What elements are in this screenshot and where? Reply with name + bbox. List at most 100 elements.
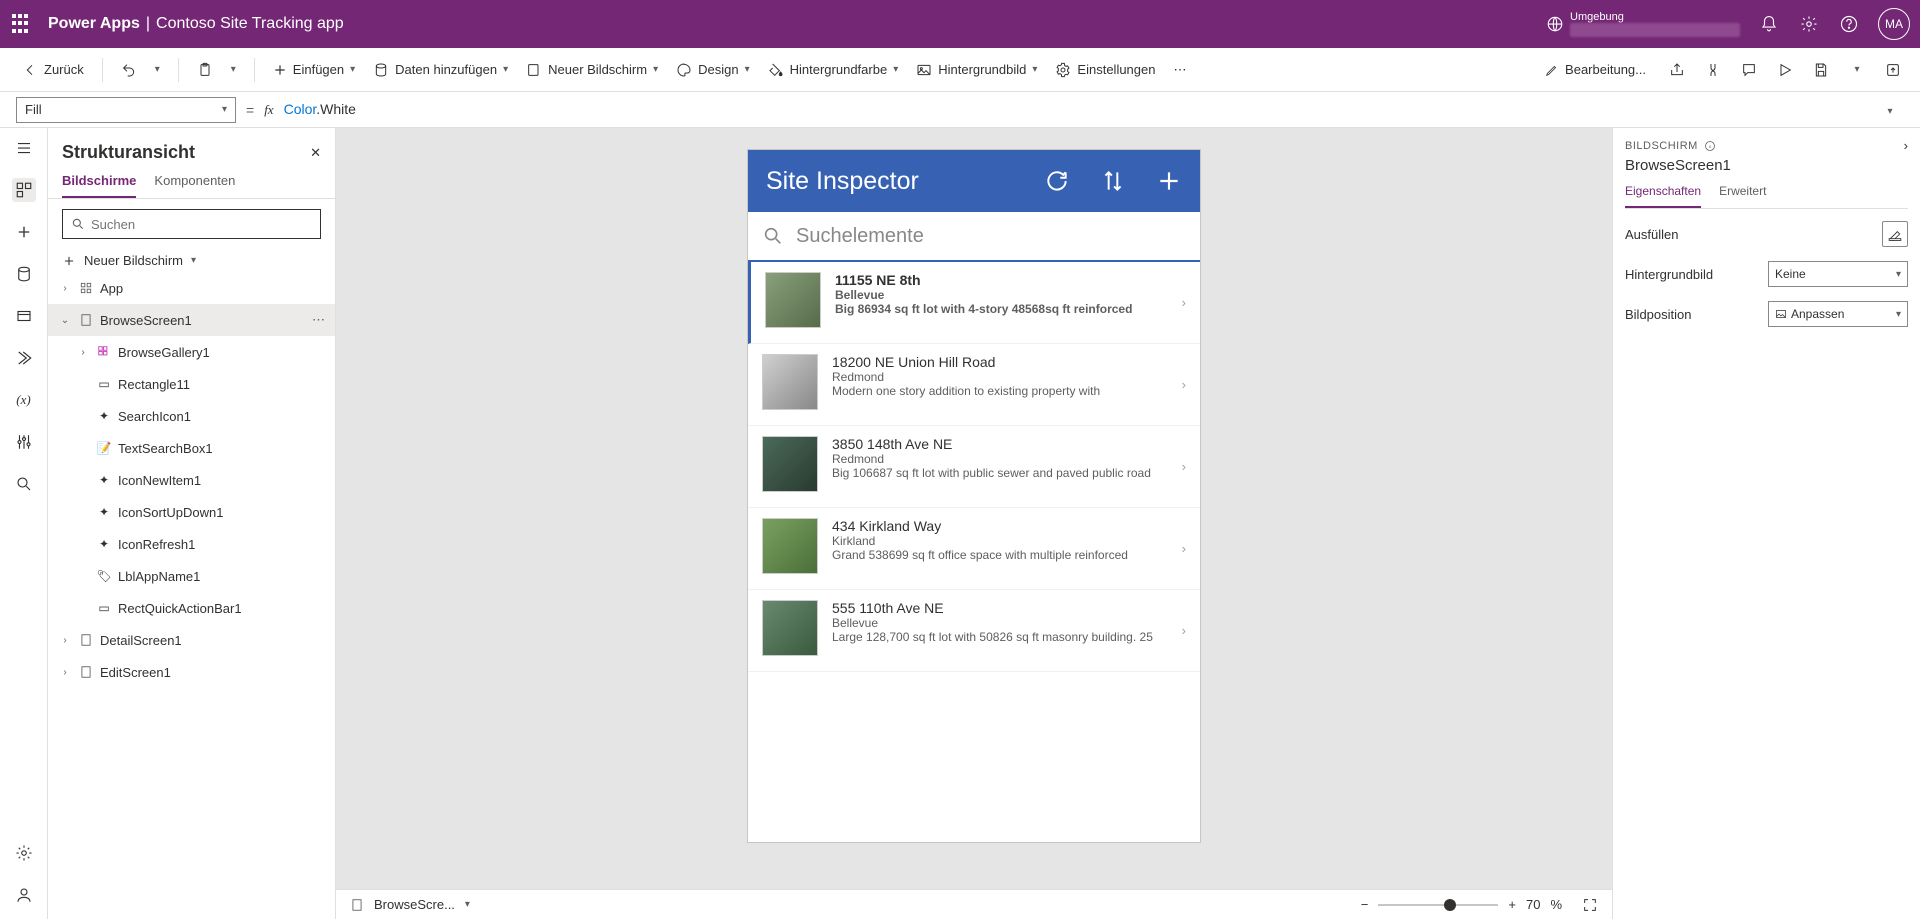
media-rail-icon[interactable]: [12, 304, 36, 328]
undo-button[interactable]: [115, 58, 143, 82]
bg-image-button[interactable]: Hintergrundbild▾: [910, 58, 1043, 82]
item-title: 434 Kirkland Way: [832, 518, 1168, 534]
bg-image-dropdown[interactable]: Keine▾: [1768, 261, 1908, 287]
close-icon[interactable]: ✕: [310, 145, 321, 161]
zoom-slider[interactable]: [1378, 904, 1498, 906]
list-item[interactable]: 434 Kirkland Way Kirkland Grand 538699 s…: [748, 508, 1200, 590]
formula-expand[interactable]: ▾: [1876, 102, 1904, 117]
search-box[interactable]: Suchelemente: [748, 212, 1200, 262]
bg-color-button[interactable]: Hintergrundfarbe▾: [762, 58, 905, 82]
settings-icon[interactable]: [1798, 13, 1820, 35]
sort-icon[interactable]: [1100, 168, 1126, 194]
screen-icon: [526, 62, 542, 78]
preview-icon[interactable]: [1774, 59, 1796, 81]
comments-icon[interactable]: [1738, 59, 1760, 81]
publish-icon[interactable]: [1882, 59, 1904, 81]
tree-node[interactable]: ▭RectQuickActionBar1: [48, 592, 335, 624]
tree-view-panel: Strukturansicht ✕ Bildschirme Komponente…: [48, 128, 336, 919]
plus-icon: [273, 63, 287, 77]
save-icon[interactable]: [1810, 59, 1832, 81]
save-split[interactable]: ▾: [1846, 59, 1868, 81]
tree-node[interactable]: ▭Rectangle11: [48, 368, 335, 400]
paste-split[interactable]: ▾: [225, 60, 242, 79]
list-item[interactable]: 18200 NE Union Hill Road Redmond Modern …: [748, 344, 1200, 426]
canvas-area[interactable]: Site Inspector Suchelemente 11155 NE 8th…: [336, 128, 1612, 919]
overflow-button[interactable]: ⋯: [1167, 58, 1192, 82]
search-icon: [71, 217, 85, 231]
search-rail-icon[interactable]: [12, 472, 36, 496]
header-bar: Power Apps|Contoso Site Tracking app Umg…: [0, 0, 1920, 48]
insert-rail-icon[interactable]: [12, 220, 36, 244]
breadcrumb-chevron[interactable]: ▾: [465, 899, 470, 910]
tree-node[interactable]: ✦IconSortUpDown1: [48, 496, 335, 528]
tree-node-detail[interactable]: › DetailScreen1: [48, 624, 335, 656]
new-screen-button[interactable]: Neuer Bildschirm▾: [520, 58, 664, 82]
tree-search-input[interactable]: [91, 217, 312, 232]
settings-rail-icon[interactable]: [12, 841, 36, 865]
tree-node-gallery[interactable]: › BrowseGallery1: [48, 336, 335, 368]
list-item[interactable]: 3850 148th Ave NE Redmond Big 106687 sq …: [748, 426, 1200, 508]
fill-color-button[interactable]: [1882, 221, 1908, 247]
zoom-out[interactable]: −: [1361, 897, 1369, 912]
screen-icon: [350, 898, 364, 912]
share-icon[interactable]: [1666, 59, 1688, 81]
tools-rail-icon[interactable]: [12, 430, 36, 454]
notifications-icon[interactable]: [1758, 13, 1780, 35]
hamburger-icon[interactable]: [12, 136, 36, 160]
paste-button[interactable]: [191, 58, 219, 82]
data-rail-icon[interactable]: [12, 262, 36, 286]
tree-node-app[interactable]: › App: [48, 272, 335, 304]
img-pos-dropdown[interactable]: Anpassen ▾: [1768, 301, 1908, 327]
bucket-icon: [768, 62, 784, 78]
fit-icon[interactable]: [1582, 897, 1598, 913]
command-bar: Zurück ▾ ▾ Einfügen▾ Daten hinzufügen▾ N…: [0, 48, 1920, 92]
tree-node[interactable]: 📝TextSearchBox1: [48, 432, 335, 464]
settings-button[interactable]: Einstellungen: [1049, 58, 1161, 82]
new-screen-link[interactable]: Neuer Bildschirm▾: [48, 249, 335, 272]
tree-node-browsescreen[interactable]: ⌄ BrowseScreen1 ⋯: [48, 304, 335, 336]
back-button[interactable]: Zurück: [16, 58, 90, 82]
chevron-right-icon: ›: [1182, 377, 1186, 392]
list-item[interactable]: 555 110th Ave NE Bellevue Large 128,700 …: [748, 590, 1200, 672]
more-icon[interactable]: ⋯: [312, 312, 325, 328]
tree-node[interactable]: ✦IconNewItem1: [48, 464, 335, 496]
undo-split[interactable]: ▾: [149, 60, 166, 79]
breadcrumb-label[interactable]: BrowseScre...: [374, 897, 455, 912]
tab-screens[interactable]: Bildschirme: [62, 173, 136, 198]
editing-button[interactable]: Bearbeitung...: [1539, 58, 1652, 81]
zoom-in[interactable]: +: [1508, 897, 1516, 912]
waffle-icon[interactable]: [10, 12, 34, 36]
tree-view-icon[interactable]: [12, 178, 36, 202]
environment-selector[interactable]: Umgebung: [1546, 11, 1740, 37]
property-selector[interactable]: Fill▾: [16, 97, 236, 123]
list-item[interactable]: 11155 NE 8th Bellevue Big 86934 sq ft lo…: [748, 262, 1200, 344]
search-icon: [762, 225, 784, 247]
add-data-button[interactable]: Daten hinzufügen▾: [367, 58, 514, 82]
power-automate-icon[interactable]: [12, 346, 36, 370]
tree-node-edit[interactable]: › EditScreen1: [48, 656, 335, 688]
zoom-pct: %: [1550, 897, 1562, 912]
variables-icon[interactable]: (x): [12, 388, 36, 412]
thumbnail: [762, 354, 818, 410]
chevron-right-icon: ›: [1182, 623, 1186, 638]
insert-button[interactable]: Einfügen▾: [267, 58, 361, 81]
add-icon[interactable]: [1156, 168, 1182, 194]
info-icon[interactable]: [1704, 140, 1716, 152]
help-icon[interactable]: [1838, 13, 1860, 35]
tree-node[interactable]: ✦IconRefresh1: [48, 528, 335, 560]
tab-components[interactable]: Komponenten: [154, 173, 235, 198]
design-button[interactable]: Design▾: [670, 58, 756, 82]
formula-input[interactable]: Color.White: [284, 101, 1866, 118]
virtual-agent-icon[interactable]: [12, 883, 36, 907]
tab-properties[interactable]: Eigenschaften: [1625, 184, 1701, 208]
tab-advanced[interactable]: Erweitert: [1719, 184, 1766, 208]
tree-search[interactable]: [62, 209, 321, 239]
refresh-icon[interactable]: [1044, 168, 1070, 194]
user-avatar[interactable]: MA: [1878, 8, 1910, 40]
item-city: Redmond: [832, 370, 1168, 384]
tree-node[interactable]: ✦SearchIcon1: [48, 400, 335, 432]
chevron-right-icon[interactable]: ›: [1904, 138, 1908, 153]
tree-node[interactable]: 🏷LblAppName1: [48, 560, 335, 592]
thumbnail: [762, 600, 818, 656]
checker-icon[interactable]: [1702, 59, 1724, 81]
